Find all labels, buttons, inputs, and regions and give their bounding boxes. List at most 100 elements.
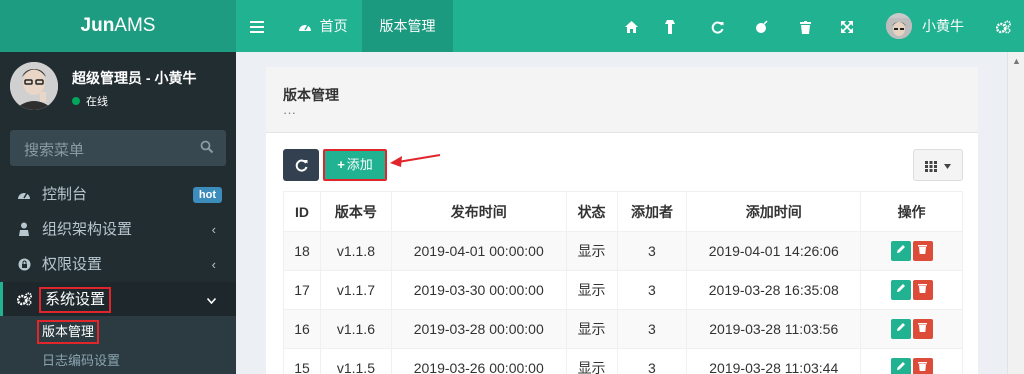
table-row: 17 v1.1.7 2019-03-30 00:00:00 显示 3 2019-… [283, 270, 963, 310]
add-button-highlight: + 添加 [323, 149, 387, 181]
cell-id: 16 [283, 309, 321, 349]
hot-badge: hot [192, 187, 222, 203]
cell-status: 显示 [565, 309, 618, 349]
menu-search-box[interactable]: 搜索菜单 [10, 130, 226, 166]
sidebar-item-org-structure[interactable]: 组织架构设置 ‹ [0, 212, 236, 247]
app-logo[interactable]: JunAMS [0, 0, 236, 52]
online-dot-icon [72, 97, 80, 106]
col-header-created-time[interactable]: 添加时间 [686, 191, 862, 232]
online-status-label: 在线 [86, 96, 108, 108]
nav-home-label: 首页 [319, 18, 348, 34]
table-row: 18 v1.1.8 2019-04-01 00:00:00 显示 3 2019-… [283, 231, 963, 271]
system-settings-submenu: 版本管理 日志编码设置 [0, 316, 236, 374]
sidebar-item-system-settings[interactable]: 系统设置 [0, 282, 236, 318]
annotation-arrow-icon [390, 154, 441, 167]
cell-version: v1.1.8 [319, 231, 392, 271]
cell-created-time: 2019-03-28 16:35:08 [686, 270, 862, 310]
table-header-row: ID 版本号 发布时间 状态 添加者 添加时间 操作 [283, 191, 963, 232]
nav-home-tab[interactable]: 首页 [298, 0, 348, 52]
refresh-icon[interactable] [711, 0, 724, 52]
col-header-status[interactable]: 状态 [565, 191, 618, 232]
col-header-creator[interactable]: 添加者 [616, 191, 688, 232]
cell-release-time: 2019-03-30 00:00:00 [390, 270, 567, 310]
lock-icon [16, 247, 32, 282]
cell-actions [860, 309, 963, 349]
chevron-left-icon: ‹ [211, 222, 216, 237]
search-icon[interactable] [200, 140, 214, 154]
nav-version-label: 版本管理 [379, 18, 436, 34]
top-navbar: 首页 版本管理 小黄牛 [236, 0, 1024, 52]
cell-actions [860, 348, 963, 374]
delete-trash-icon[interactable] [912, 358, 933, 374]
add-button-label: 添加 [346, 157, 373, 172]
cell-creator: 3 [616, 309, 688, 349]
sidebar-user-name: 超级管理员 - 小黄牛 [72, 70, 197, 86]
col-header-actions: 操作 [860, 191, 963, 232]
cell-version: v1.1.6 [319, 309, 392, 349]
cell-release-time: 2019-03-26 00:00:00 [390, 348, 567, 374]
caret-down-icon [943, 164, 951, 170]
cell-release-time: 2019-03-28 00:00:00 [390, 309, 567, 349]
sidebar-item-label: 系统设置 [38, 287, 112, 313]
cell-id: 17 [283, 270, 321, 310]
plus-icon: + [337, 157, 345, 172]
sidebar-item-label: 权限设置 [42, 256, 103, 273]
fullscreen-icon[interactable] [840, 0, 854, 52]
cell-actions [860, 270, 963, 310]
online-status: 在线 [72, 93, 108, 109]
table-row: 16 v1.1.6 2019-03-28 00:00:00 显示 3 2019-… [283, 309, 963, 349]
table-row: 15 v1.1.5 2019-03-26 00:00:00 显示 3 2019-… [283, 348, 963, 374]
delete-trash-icon[interactable] [912, 241, 933, 261]
bomb-icon[interactable] [755, 0, 769, 52]
edit-pencil-icon[interactable] [890, 241, 911, 261]
version-table: ID 版本号 发布时间 状态 添加者 添加时间 操作 18 v1.1.8 201… [283, 191, 963, 374]
chevron-down-icon [206, 282, 217, 317]
cell-status: 显示 [565, 231, 618, 271]
dashboard-icon [16, 177, 32, 212]
page-title: 版本管理 [283, 87, 339, 103]
cell-creator: 3 [616, 231, 688, 271]
sidebar-item-permissions[interactable]: 权限设置 ‹ [0, 247, 236, 282]
settings-gears-icon[interactable] [995, 0, 1011, 52]
cell-status: 显示 [565, 270, 618, 310]
scroll-up-arrow-icon[interactable]: ▲ [1012, 56, 1021, 66]
cell-actions [860, 231, 963, 271]
columns-toggle-button[interactable] [913, 149, 963, 181]
edit-pencil-icon[interactable] [890, 280, 911, 300]
add-button[interactable]: + 添加 [327, 153, 383, 177]
cell-version: v1.1.5 [319, 348, 392, 374]
page-scrollbar[interactable]: ▲ [1007, 52, 1024, 374]
cell-version: v1.1.7 [319, 270, 392, 310]
delete-trash-icon[interactable] [912, 280, 933, 300]
col-header-release-time[interactable]: 发布时间 [390, 191, 567, 232]
user-name: 小黄牛 [922, 18, 964, 34]
dashboard-icon [298, 19, 316, 34]
cell-created-time: 2019-03-28 11:03:44 [686, 348, 862, 374]
edit-pencil-icon[interactable] [890, 358, 911, 374]
user-avatar [886, 13, 912, 39]
cell-created-time: 2019-03-28 11:03:56 [686, 309, 862, 349]
cell-status: 显示 [565, 348, 618, 374]
menu-search-input[interactable]: 搜索菜单 [24, 139, 84, 160]
sidebar-item-dashboard[interactable]: 控制台 hot [0, 177, 236, 212]
sidebar-item-label: 控制台 [42, 186, 88, 203]
page-subtitle: ··· [283, 105, 296, 120]
edit-pencil-icon[interactable] [890, 319, 911, 339]
sidebar-toggle-icon[interactable] [250, 0, 264, 52]
cell-release-time: 2019-04-01 00:00:00 [390, 231, 567, 271]
logo-thin: AMS [114, 15, 156, 36]
trash-icon[interactable] [800, 0, 811, 52]
nav-version-tab[interactable]: 版本管理 [362, 0, 453, 52]
shirt-icon[interactable] [665, 0, 675, 52]
chevron-left-icon: ‹ [211, 257, 216, 272]
refresh-button[interactable] [283, 149, 319, 181]
col-header-version[interactable]: 版本号 [319, 191, 392, 232]
logo-bold: Jun [80, 15, 115, 36]
submenu-item-log-code[interactable]: 日志编码设置 [42, 350, 120, 369]
col-header-id[interactable]: ID [283, 191, 321, 232]
cell-creator: 3 [616, 270, 688, 310]
cell-created-time: 2019-04-01 14:26:06 [686, 231, 862, 271]
home-icon[interactable] [625, 0, 638, 52]
submenu-item-version[interactable]: 版本管理 [36, 320, 100, 344]
delete-trash-icon[interactable] [912, 319, 933, 339]
